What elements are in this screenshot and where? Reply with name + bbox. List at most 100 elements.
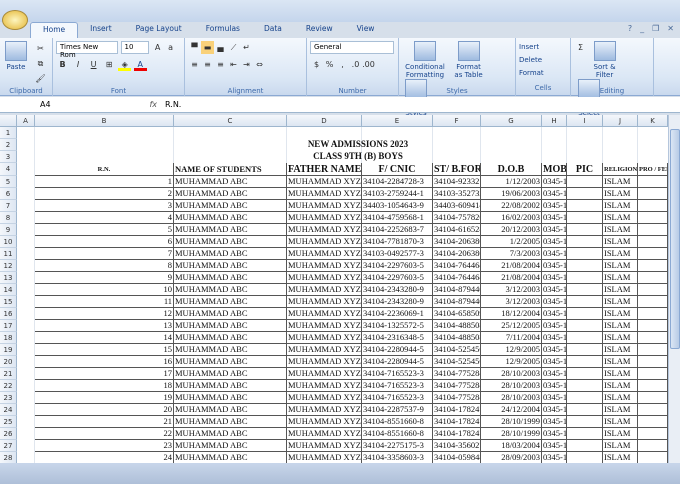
table-cell[interactable]: MUHAMMAD XYZ	[287, 440, 362, 452]
table-cell[interactable]: ISLAM	[603, 200, 638, 212]
table-cell[interactable]: 0345-1234537	[542, 308, 567, 320]
table-cell[interactable]: 34104-5254561-3	[433, 356, 481, 368]
table-cell[interactable]	[567, 320, 603, 332]
table-cell[interactable]: MUHAMMAD ABC	[174, 356, 287, 368]
table-cell[interactable]: 18/12/2004	[481, 308, 542, 320]
table-cell[interactable]: 3/12/2003	[481, 296, 542, 308]
row-header-17[interactable]: 17	[0, 320, 17, 332]
table-cell[interactable]: MUHAMMAD ABC	[174, 416, 287, 428]
table-cell[interactable]: ISLAM	[603, 380, 638, 392]
table-cell[interactable]: ISLAM	[603, 404, 638, 416]
tab-page-layout[interactable]: Page Layout	[124, 22, 194, 38]
table-cell[interactable]: 34104-6585099-1	[433, 308, 481, 320]
table-cell[interactable]	[567, 284, 603, 296]
help-icon[interactable]: ?	[628, 24, 632, 33]
table-cell[interactable]: 34104-2316348-5	[362, 332, 433, 344]
column-header-I[interactable]: I	[567, 115, 603, 127]
table-cell[interactable]	[567, 224, 603, 236]
table-cell[interactable]: ISLAM	[603, 260, 638, 272]
table-cell[interactable]: 34104-1782476-5	[433, 404, 481, 416]
insert-button[interactable]: Insert	[519, 41, 567, 54]
align-right-icon[interactable]: ≡	[214, 58, 227, 71]
table-cell[interactable]: 24	[35, 452, 174, 463]
table-cell[interactable]: 28/10/1999	[481, 416, 542, 428]
table-cell[interactable]	[567, 416, 603, 428]
table-cell[interactable]: 0345-1234537	[542, 296, 567, 308]
table-cell[interactable]: MUHAMMAD XYZ	[287, 320, 362, 332]
table-cell[interactable]: 0345-1234537	[542, 392, 567, 404]
table-cell[interactable]: ISLAM	[603, 452, 638, 463]
table-cell[interactable]: 1/2/2005	[481, 236, 542, 248]
table-cell[interactable]: 34104-8551660-8	[362, 428, 433, 440]
table-cell[interactable]: MUHAMMAD ABC	[174, 236, 287, 248]
table-cell[interactable]: MUHAMMAD XYZ	[287, 176, 362, 188]
table-cell[interactable]: 34104-8794402-5	[433, 284, 481, 296]
table-cell[interactable]: 18/03/2004	[481, 440, 542, 452]
table-cell[interactable]	[638, 344, 668, 356]
table-cell[interactable]: 19	[35, 392, 174, 404]
table-cell[interactable]: 7/3/2003	[481, 248, 542, 260]
table-cell[interactable]: 0345-1234537	[542, 428, 567, 440]
scroll-thumb[interactable]	[670, 129, 680, 349]
table-cell[interactable]: 34104-7752846-5	[433, 368, 481, 380]
table-cell[interactable]: 34403-1054643-9	[362, 200, 433, 212]
table-cell[interactable]	[638, 236, 668, 248]
row-header-26[interactable]: 26	[0, 428, 17, 440]
table-cell[interactable]: 16	[35, 356, 174, 368]
table-cell[interactable]: 34104-2343280-9	[362, 284, 433, 296]
table-cell[interactable]: 0345-1234537	[542, 236, 567, 248]
table-cell[interactable]	[567, 296, 603, 308]
table-cell[interactable]: MUHAMMAD XYZ	[287, 368, 362, 380]
table-cell[interactable]: 34104-1782476-5	[433, 428, 481, 440]
table-cell[interactable]: 20	[35, 404, 174, 416]
table-cell[interactable]: 23	[35, 440, 174, 452]
table-cell[interactable]: MUHAMMAD XYZ	[287, 452, 362, 463]
column-header-H[interactable]: H	[542, 115, 567, 127]
table-cell[interactable]: 34104-2297603-5	[362, 260, 433, 272]
table-cell[interactable]: MUHAMMAD ABC	[174, 188, 287, 200]
table-cell[interactable]: 0345-1234537	[542, 188, 567, 200]
header-cell[interactable]: ST/ B.FORM	[433, 163, 481, 176]
header-cell[interactable]: D.O.B	[481, 163, 542, 176]
table-cell[interactable]: 34104-7165523-3	[362, 380, 433, 392]
table-cell[interactable]: 3	[35, 200, 174, 212]
row-header-2[interactable]: 2	[0, 139, 17, 151]
column-header-J[interactable]: J	[603, 115, 638, 127]
table-cell[interactable]: 12/9/2005	[481, 356, 542, 368]
table-cell[interactable]: 34103-0492577-3	[362, 248, 433, 260]
table-cell[interactable]	[638, 404, 668, 416]
row-header-15[interactable]: 15	[0, 296, 17, 308]
select-all-corner[interactable]	[0, 115, 17, 127]
table-cell[interactable]: MUHAMMAD ABC	[174, 392, 287, 404]
table-cell[interactable]: 34104-2343280-9	[362, 296, 433, 308]
table-cell[interactable]: 28/10/2003	[481, 380, 542, 392]
conditional-formatting-button[interactable]: Conditional Formatting	[404, 41, 446, 79]
table-cell[interactable]	[638, 440, 668, 452]
row-header-16[interactable]: 16	[0, 308, 17, 320]
table-cell[interactable]: 0345-1234537	[542, 248, 567, 260]
table-cell[interactable]	[567, 176, 603, 188]
table-cell[interactable]: 17	[35, 368, 174, 380]
table-cell[interactable]: 0345-1234537	[542, 452, 567, 463]
align-left-icon[interactable]: ≡	[188, 58, 201, 71]
spreadsheet-grid[interactable]: A B C D E F G H I J K 1 2 3 4 5 6 7 8 9 10 11 12 13 14 15 16 17 18 19…	[0, 115, 668, 463]
table-cell[interactable]: 4	[35, 212, 174, 224]
table-cell[interactable]: ISLAM	[603, 332, 638, 344]
table-cell[interactable]: 18	[35, 380, 174, 392]
table-cell[interactable]	[638, 308, 668, 320]
table-cell[interactable]: 10	[35, 284, 174, 296]
header-cell[interactable]: PRO / FEE	[638, 163, 668, 176]
table-cell[interactable]: MUHAMMAD XYZ	[287, 200, 362, 212]
table-cell[interactable]: 21/08/2004	[481, 272, 542, 284]
table-cell[interactable]: 24/12/2004	[481, 404, 542, 416]
table-cell[interactable]: 12	[35, 308, 174, 320]
table-cell[interactable]	[638, 200, 668, 212]
table-cell[interactable]: 0345-1234537	[542, 404, 567, 416]
table-cell[interactable]: 34104-2275175-3	[362, 440, 433, 452]
column-header-E[interactable]: E	[362, 115, 433, 127]
table-cell[interactable]: 12/9/2005	[481, 344, 542, 356]
office-button[interactable]	[2, 10, 28, 30]
table-cell[interactable]: 9	[35, 272, 174, 284]
table-cell[interactable]: 34104-7165523-3	[362, 392, 433, 404]
table-cell[interactable]: 0345-1234537	[542, 368, 567, 380]
